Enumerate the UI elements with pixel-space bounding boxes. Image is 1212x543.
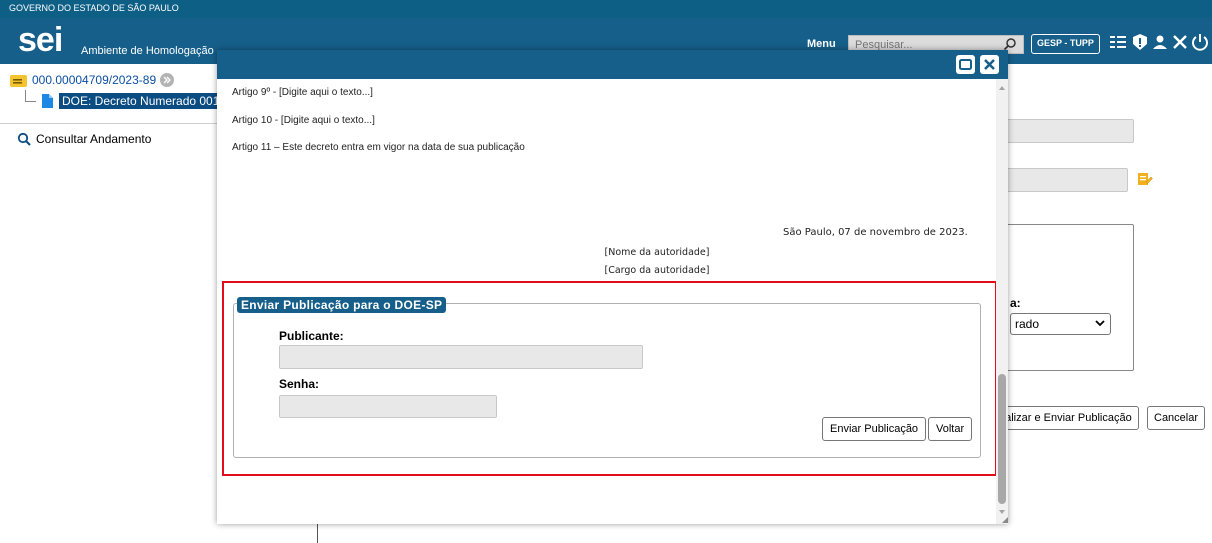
edit-note-icon[interactable] bbox=[1137, 171, 1153, 187]
senha-label: Senha: bbox=[279, 377, 320, 391]
government-bar-text: GOVERNO DO ESTADO DE SÃO PAULO bbox=[9, 3, 179, 13]
publication-modal: Artigo 9º - [Digite aqui o texto...] Art… bbox=[217, 50, 1008, 524]
close-icon[interactable] bbox=[980, 55, 999, 74]
scroll-down-arrow[interactable] bbox=[999, 510, 1005, 514]
unit-badge[interactable]: GESP - TUPP bbox=[1031, 34, 1100, 54]
process-node[interactable]: 000.00004709/2023-89 bbox=[10, 73, 175, 87]
alert-icon[interactable] bbox=[1130, 32, 1150, 52]
scroll-up-arrow[interactable] bbox=[999, 86, 1005, 90]
user-icon[interactable] bbox=[1150, 32, 1170, 52]
chevron-down-icon bbox=[1095, 320, 1105, 327]
document-line: Artigo 9º - [Digite aqui o texto...] bbox=[232, 87, 373, 98]
enviar-publicacao-button[interactable]: Enviar Publicação bbox=[822, 417, 927, 441]
environment-label: Ambiente de Homologação bbox=[81, 45, 214, 57]
background-field-2[interactable] bbox=[1000, 168, 1128, 192]
cancelar-button[interactable]: Cancelar bbox=[1147, 406, 1206, 430]
background-type-select[interactable]: rado bbox=[1010, 313, 1111, 335]
authority-name: [Nome da autoridade] bbox=[604, 247, 710, 258]
fieldset-legend: Enviar Publicação para o DOE-SP bbox=[237, 297, 447, 313]
maximize-icon[interactable] bbox=[956, 55, 975, 74]
search-icon[interactable] bbox=[1003, 37, 1017, 51]
logo-text: sei bbox=[18, 21, 63, 59]
document-icon bbox=[42, 94, 53, 108]
consultar-andamento-link[interactable]: Consultar Andamento bbox=[17, 132, 151, 146]
scroll-thumb[interactable] bbox=[998, 374, 1006, 504]
selected-document-node[interactable]: DOE: Decreto Numerado 0015 bbox=[59, 93, 219, 109]
voltar-button[interactable]: Voltar bbox=[928, 417, 973, 441]
senha-input[interactable] bbox=[279, 395, 497, 418]
process-number[interactable]: 000.00004709/2023-89 bbox=[32, 73, 156, 87]
list-icon[interactable] bbox=[1108, 32, 1128, 52]
tools-icon[interactable] bbox=[1170, 32, 1190, 52]
background-field-1[interactable] bbox=[1000, 119, 1134, 143]
document-line: Artigo 10 - [Digite aqui o texto...] bbox=[232, 115, 375, 126]
magnifier-icon bbox=[17, 132, 31, 146]
consultar-andamento-label: Consultar Andamento bbox=[36, 132, 152, 146]
sei-logo[interactable]: sei bbox=[18, 21, 63, 59]
government-bar: GOVERNO DO ESTADO DE SÃO PAULO bbox=[0, 0, 1212, 18]
background-partial-label: a: bbox=[1010, 296, 1021, 310]
modal-scrollbar[interactable] bbox=[996, 79, 1008, 524]
power-icon[interactable] bbox=[1190, 32, 1210, 52]
publicante-input[interactable] bbox=[279, 345, 643, 369]
modal-body: Artigo 9º - [Digite aqui o texto...] Art… bbox=[217, 79, 1008, 524]
resize-grip-icon[interactable] bbox=[1002, 517, 1008, 523]
authority-role: [Cargo da autoridade] bbox=[604, 265, 710, 276]
background-select-value: rado bbox=[1015, 317, 1040, 331]
document-line: Artigo 11 – Este decreto entra em vigor … bbox=[232, 142, 525, 153]
folder-icon bbox=[10, 74, 27, 87]
forward-arrow-icon[interactable] bbox=[160, 73, 175, 87]
modal-title-bar bbox=[217, 50, 1008, 79]
menu-button[interactable]: Menu bbox=[807, 38, 836, 50]
tree-connector bbox=[25, 90, 36, 102]
publicante-label: Publicante: bbox=[279, 329, 344, 343]
document-date: São Paulo, 07 de novembro de 2023. bbox=[783, 227, 968, 238]
visualizar-enviar-button[interactable]: ualizar e Enviar Publicação bbox=[992, 406, 1139, 430]
